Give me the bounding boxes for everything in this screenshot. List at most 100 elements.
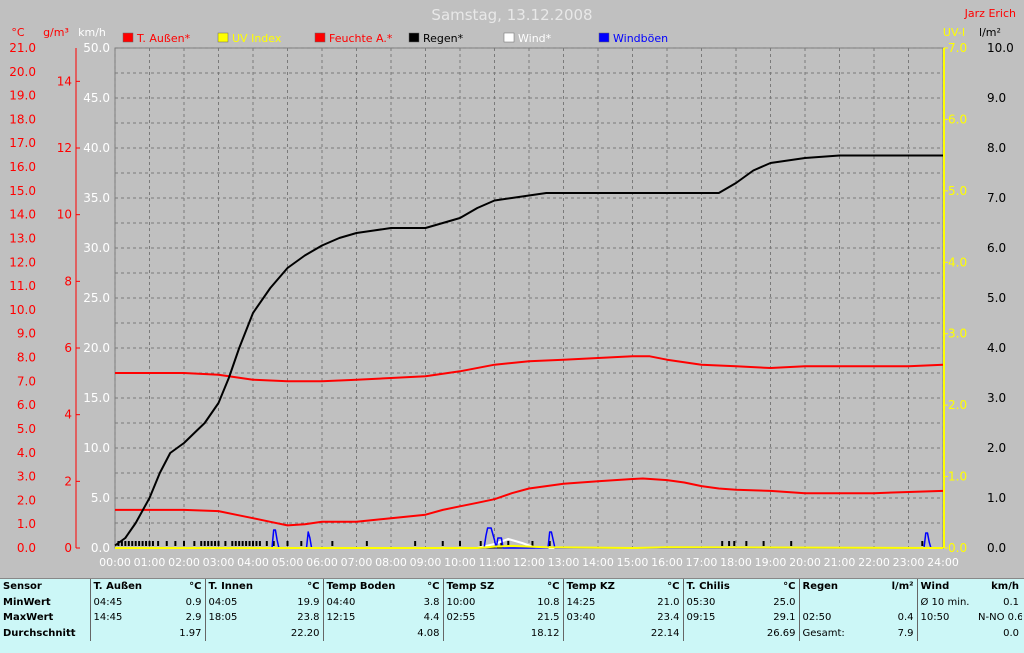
rain-event-marker: [300, 541, 303, 546]
x-tick-label: 17:00: [686, 556, 718, 569]
legend-label: Regen*: [423, 32, 464, 45]
x-tick-label: 10:00: [444, 556, 476, 569]
rain-event-marker: [790, 541, 793, 546]
x-tick-label: 24:00: [927, 556, 959, 569]
rain-tick-label: 2.0: [987, 441, 1006, 455]
sensor-name: Temp Boden: [322, 579, 395, 595]
temp-tick-label: 2.0: [17, 493, 36, 507]
rain-event-marker: [241, 541, 244, 546]
x-tick-label: 06:00: [306, 556, 338, 569]
temp-tick-label: 17.0: [9, 136, 36, 150]
legend-label: Feuchte A.*: [329, 32, 393, 45]
sensor-name: T. Chilis: [682, 579, 751, 595]
avg-value: 22.14: [650, 628, 680, 640]
humidity-tick-label: 12: [57, 141, 72, 155]
rain-event-marker: [745, 541, 748, 546]
x-tick-label: 04:00: [237, 556, 269, 569]
rain-event-marker: [531, 541, 534, 546]
sensor-unit: °C: [783, 581, 796, 593]
legend-swatch: [122, 32, 134, 43]
max-value: 23.4: [657, 612, 680, 624]
chart-author: Jarz Erich: [964, 7, 1016, 20]
rain-tick-label: 7.0: [987, 191, 1006, 205]
total-label: Gesamt:: [798, 625, 865, 642]
weather-chart: 0.0 1.0 2.0 3.0 4.0 5.0 6.0 7.0 8.0 9.0 10.0 11.0 12…: [9, 6, 1016, 569]
rain-event-marker: [217, 541, 220, 546]
sensor-name: Temp KZ: [562, 579, 635, 595]
row-label: Sensor: [3, 581, 42, 593]
temp-axis-unit: °C: [11, 26, 25, 39]
rain-event-marker: [224, 541, 227, 546]
rain-event-marker: [238, 541, 241, 546]
min-time: 05:30: [682, 594, 751, 611]
x-tick-label: 09:00: [410, 556, 442, 569]
wind-tick-label: 30.0: [83, 241, 110, 255]
max-time: 12:15: [322, 610, 395, 626]
sensor-name: T. Außen: [89, 579, 160, 595]
x-tick-label: 20:00: [789, 556, 821, 569]
max-time: 09:15: [682, 610, 751, 626]
min-value: 3.8: [423, 596, 440, 608]
temp-tick-label: 10.0: [9, 303, 36, 317]
rain-axis-unit: l/m²: [979, 26, 1001, 39]
rain-event-marker: [174, 541, 177, 546]
rain-event-marker: [258, 541, 261, 546]
temp-tick-label: 11.0: [9, 279, 36, 293]
rain-tick-label: 10.0: [987, 41, 1014, 55]
rain-tick-label: 0.0: [987, 541, 1006, 555]
sensor-unit: °C: [307, 581, 320, 593]
rain-event-marker: [138, 541, 141, 546]
uv-tick-label: 6.0: [948, 112, 967, 126]
rain-event-marker: [479, 541, 482, 546]
rain-event-marker: [145, 541, 148, 546]
rain-event-marker: [441, 541, 444, 546]
total-value: 7.9: [897, 628, 914, 640]
min-time: [798, 594, 865, 611]
wind-tick-label: 25.0: [83, 291, 110, 305]
wind-tick-label: 50.0: [83, 41, 110, 55]
rain-event-marker: [193, 541, 196, 546]
rain-tick-label: 1.0: [987, 491, 1006, 505]
legend-label: UV Index: [232, 32, 282, 45]
max-value: 23.8: [297, 612, 320, 624]
max-value: N-NO 0.6: [978, 612, 1022, 624]
max-time: 18:05: [204, 610, 275, 626]
x-tick-label: 19:00: [755, 556, 787, 569]
legend-label: T. Außen*: [136, 32, 191, 45]
x-tick-label: 01:00: [134, 556, 166, 569]
min-time: 14:25: [562, 594, 635, 611]
rain-event-marker: [762, 541, 765, 546]
row-label: Durchschnitt: [3, 628, 76, 640]
rain-tick-label: 9.0: [987, 91, 1006, 105]
table-min-row: MinWert 04:45 0.9 04:05 19.9 04:40 3.8 1…: [0, 594, 1022, 611]
humidity-tick-label: 4: [64, 408, 72, 422]
wind-tick-label: 5.0: [91, 491, 110, 505]
x-tick-label: 02:00: [168, 556, 200, 569]
rain-event-marker: [245, 541, 248, 546]
temp-tick-label: 7.0: [17, 374, 36, 388]
rain-event-marker: [207, 541, 210, 546]
avg-value: 1.97: [179, 628, 202, 640]
avg-value: 22.20: [290, 628, 320, 640]
temp-tick-label: 12.0: [9, 255, 36, 269]
temp-tick-label: 20.0: [9, 65, 36, 79]
rain-event-marker: [210, 541, 213, 546]
rain-event-marker: [265, 541, 268, 546]
humidity-tick-label: 10: [57, 208, 72, 222]
rain-event-marker: [365, 541, 368, 546]
temp-tick-label: 14.0: [9, 208, 36, 222]
uv-tick-label: 0.0: [948, 541, 967, 555]
wind-tick-label: 45.0: [83, 91, 110, 105]
uv-tick-label: 3.0: [948, 327, 967, 341]
max-value: 4.4: [423, 612, 440, 624]
temp-tick-label: 13.0: [9, 231, 36, 245]
rain-event-marker: [255, 541, 258, 546]
humidity-tick-label: 14: [57, 74, 72, 88]
summary-table: Sensor T. Außen °C T. Innen °C Temp Bode…: [0, 578, 1024, 653]
sensor-name: Wind: [916, 579, 975, 595]
temp-tick-label: 18.0: [9, 112, 36, 126]
x-tick-label: 13:00: [548, 556, 580, 569]
temp-tick-label: 6.0: [17, 398, 36, 412]
temp-tick-label: 9.0: [17, 327, 36, 341]
temp-tick-label: 0.0: [17, 541, 36, 555]
